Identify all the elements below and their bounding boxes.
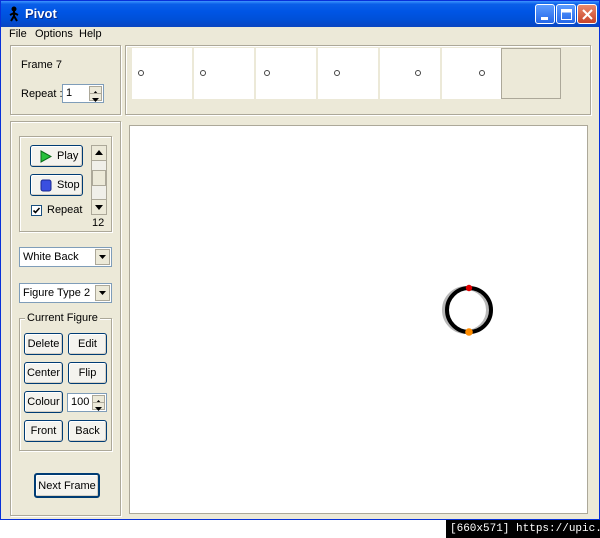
close-button[interactable] xyxy=(577,4,597,24)
spin-down-icon[interactable] xyxy=(92,402,105,411)
edit-button[interactable]: Edit xyxy=(68,333,107,355)
repeat-checkbox[interactable] xyxy=(31,205,42,216)
repeat-checkbox-label: Repeat xyxy=(47,204,83,216)
frame-thumbnail xyxy=(334,70,340,76)
drawing-canvas[interactable] xyxy=(129,125,588,514)
app-window: Pivot File Options Help Frame 7 Repeat :… xyxy=(0,0,600,520)
colour-value: 100 xyxy=(71,396,90,408)
background-select[interactable]: White Back xyxy=(19,247,112,267)
stop-button[interactable]: Stop xyxy=(30,174,83,196)
maximize-icon xyxy=(561,9,572,20)
frame-thumbnail xyxy=(415,70,421,76)
timeline-frame-5[interactable] xyxy=(380,48,440,99)
background-select-value: White Back xyxy=(23,251,79,263)
play-label: Play xyxy=(57,150,79,162)
close-icon xyxy=(582,9,593,20)
frame-thumbnail xyxy=(138,70,144,76)
chevron-down-icon[interactable] xyxy=(95,249,110,265)
checkmark-icon xyxy=(32,207,41,214)
speed-value: 12 xyxy=(92,217,105,229)
play-button[interactable]: Play xyxy=(30,145,83,167)
frame-thumbnail xyxy=(200,70,206,76)
colour-button[interactable]: Colour xyxy=(24,391,63,413)
repeat-value: 1 xyxy=(66,87,73,99)
title-bar[interactable]: Pivot xyxy=(1,1,599,27)
colour-spinner[interactable]: 100 xyxy=(67,393,107,412)
stop-label: Stop xyxy=(57,179,80,191)
stop-icon xyxy=(40,179,52,192)
menu-bar: File Options Help xyxy=(1,27,599,43)
front-button[interactable]: Front xyxy=(24,420,63,442)
stick-figure-icon xyxy=(9,6,19,22)
minimize-button[interactable] xyxy=(535,4,555,24)
circle-figure[interactable] xyxy=(445,286,493,334)
timeline-frame-4[interactable] xyxy=(318,48,378,99)
next-frame-button[interactable]: Next Frame xyxy=(34,473,100,498)
timeline-frame-2[interactable] xyxy=(194,48,254,99)
timeline-frame-6[interactable] xyxy=(442,48,502,99)
timeline-empty-slot[interactable] xyxy=(501,48,561,99)
maximize-button[interactable] xyxy=(556,4,576,24)
minimize-icon xyxy=(541,17,548,20)
footer-watermark: [660x571] https://upic.me/ xyxy=(446,520,600,538)
scroll-up-icon[interactable] xyxy=(92,146,106,161)
top-handle-icon[interactable] xyxy=(465,284,473,292)
repeat-spinner[interactable]: 1 xyxy=(62,84,104,103)
menu-help[interactable]: Help xyxy=(79,28,102,40)
current-figure-label: Current Figure xyxy=(25,312,100,324)
repeat-label: Repeat : xyxy=(21,88,63,100)
frame-thumbnail xyxy=(479,70,485,76)
bottom-handle-icon[interactable] xyxy=(465,328,473,336)
play-icon xyxy=(40,150,52,163)
back-button[interactable]: Back xyxy=(68,420,107,442)
figure-type-select-value: Figure Type 2 xyxy=(23,287,91,299)
scroll-thumb[interactable] xyxy=(92,170,106,186)
figure-type-select[interactable]: Figure Type 2 xyxy=(19,283,112,303)
frame-thumbnail xyxy=(264,70,270,76)
window-title: Pivot xyxy=(25,6,57,21)
figure-svg xyxy=(442,284,493,336)
delete-button[interactable]: Delete xyxy=(24,333,63,355)
chevron-down-icon[interactable] xyxy=(95,285,110,301)
center-button[interactable]: Center xyxy=(24,362,63,384)
scroll-down-icon[interactable] xyxy=(92,199,106,214)
spin-down-icon[interactable] xyxy=(89,93,102,102)
timeline-frame-1[interactable] xyxy=(132,48,192,99)
timeline-frame-3[interactable] xyxy=(256,48,316,99)
speed-scrollbar[interactable] xyxy=(91,145,107,215)
frame-info-panel xyxy=(10,45,121,115)
menu-file[interactable]: File xyxy=(9,28,27,40)
frame-label: Frame 7 xyxy=(21,59,62,71)
menu-options[interactable]: Options xyxy=(35,28,73,40)
flip-button[interactable]: Flip xyxy=(68,362,107,384)
